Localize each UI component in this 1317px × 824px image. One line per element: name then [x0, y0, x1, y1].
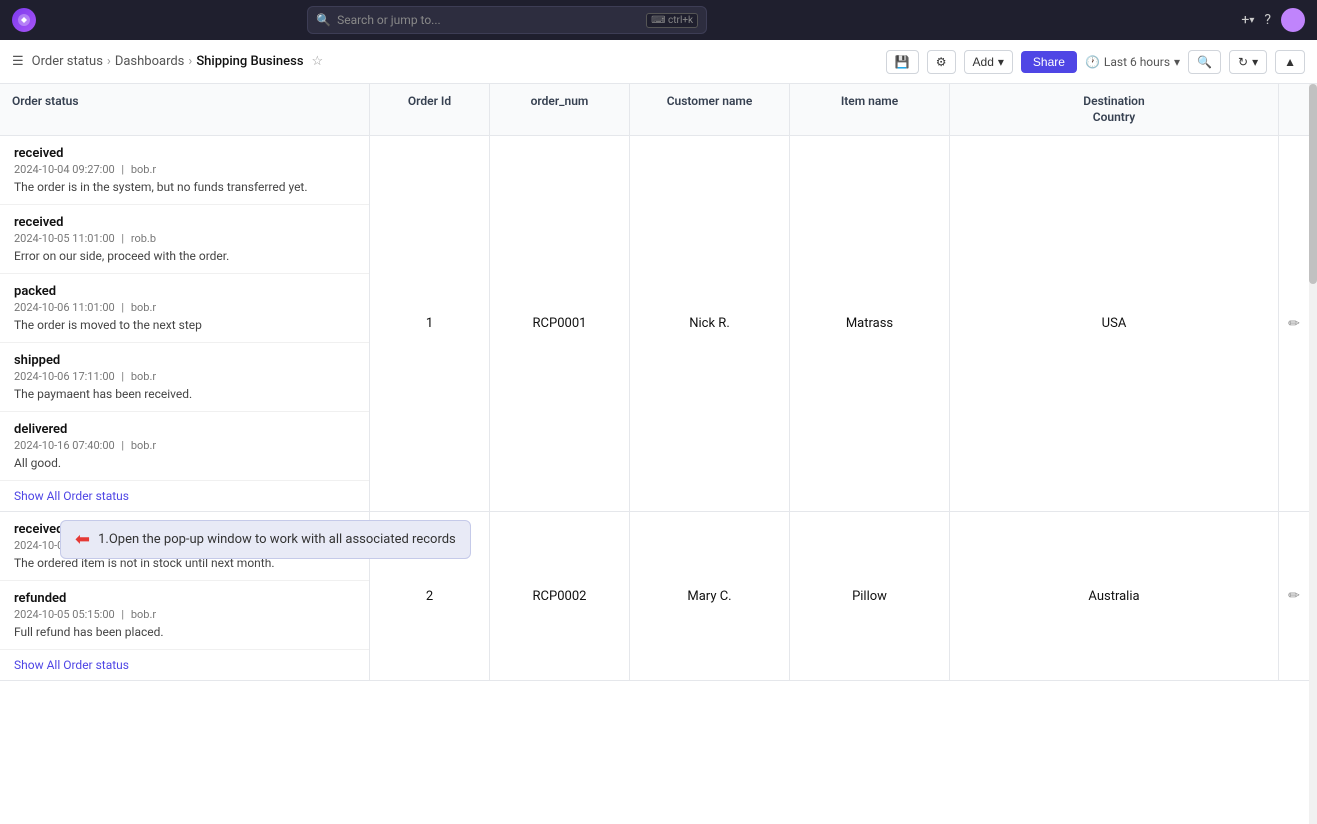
zoom-button[interactable]: 🔍 [1188, 50, 1221, 74]
show-all-order-status-row2[interactable]: Show All Order status [0, 650, 369, 680]
favorite-star-icon[interactable]: ☆ [312, 54, 324, 69]
data-table[interactable]: Order status Order Id order_num Customer… [0, 84, 1309, 824]
status-label: received [14, 146, 355, 161]
chevron-down-icon: ▾ [1252, 55, 1258, 69]
clock-icon: 🕐 [1085, 55, 1100, 69]
status-label: shipped [14, 353, 355, 368]
top-navbar: 🔍 Search or jump to... ⌨ ctrl+k + ▾ ? [0, 0, 1317, 40]
header-order-num: order_num [490, 84, 630, 135]
status-label: delivered [14, 422, 355, 437]
edit-action-row2[interactable]: ✏ [1279, 512, 1309, 680]
search-icon: 🔍 [316, 13, 331, 27]
customer-name-cell-row1: Nick R. [630, 136, 790, 511]
header-customer-name: Customer name [630, 84, 790, 135]
header-order-id: Order Id [370, 84, 490, 135]
search-placeholder: Search or jump to... [337, 13, 441, 27]
status-description: The order is moved to the next step [14, 318, 355, 332]
table-header: Order status Order Id order_num Customer… [0, 84, 1309, 136]
header-item-name: Item name [790, 84, 950, 135]
add-label: Add [973, 55, 994, 69]
status-label: packed [14, 284, 355, 299]
status-label: received [14, 215, 355, 230]
order-num-cell-row2: RCP0002 [490, 512, 630, 680]
order-id-cell-row1: 1 [370, 136, 490, 511]
scrollbar-thumb[interactable] [1309, 84, 1317, 284]
status-meta: 2024-10-05 05:15:00 | bob.r [14, 608, 355, 621]
header-destination-country: Destination Country [950, 84, 1279, 135]
status-entry: received 2024-10-05 11:01:00 | rob.b Err… [0, 205, 369, 274]
chevron-down-icon: ▾ [1174, 55, 1180, 69]
breadcrumb-dashboards[interactable]: Dashboards [115, 54, 185, 69]
save-icon: 💾 [895, 55, 910, 69]
status-description: Error on our side, proceed with the orde… [14, 249, 355, 263]
chevron-down-icon: ▾ [998, 55, 1004, 69]
menu-icon[interactable]: ☰ [12, 54, 24, 69]
add-button[interactable]: Add ▾ [964, 50, 1013, 74]
keyboard-icon: ⌨ [651, 15, 665, 26]
edit-icon[interactable]: ✏ [1288, 316, 1300, 332]
order-num-cell-row1: RCP0001 [490, 136, 630, 511]
chevron-down-icon: ▾ [1249, 15, 1254, 26]
status-meta: 2024-10-06 11:01:00 | bob.r [14, 301, 355, 314]
table-row: received 2024-10-04 09:27:00 | bob.r The… [0, 136, 1309, 512]
status-meta: 2024-10-05 11:01:00 | rob.b [14, 232, 355, 245]
nav-right-actions: + ▾ ? [1241, 8, 1305, 32]
status-entry: received 2024-10-04 09:27:00 | bob.r The… [0, 136, 369, 205]
status-description: All good. [14, 456, 355, 470]
status-meta: 2024-10-04 09:27:00 | bob.r [14, 163, 355, 176]
collapse-button[interactable]: ▲ [1275, 50, 1305, 74]
status-meta: 2024-10-16 07:40:00 | bob.r [14, 439, 355, 452]
help-button[interactable]: ? [1264, 12, 1271, 28]
status-entry: delivered 2024-10-16 07:40:00 | bob.r Al… [0, 412, 369, 481]
share-button[interactable]: Share [1021, 51, 1077, 73]
status-meta: 2024-10-06 17:11:00 | bob.r [14, 370, 355, 383]
breadcrumb-actions: 💾 ⚙ Add ▾ Share 🕐 Last 6 hours ▾ 🔍 ↻ ▾ ▲ [886, 50, 1305, 74]
search-shortcut: ⌨ ctrl+k [646, 13, 698, 28]
time-range-selector[interactable]: 🕐 Last 6 hours ▾ [1085, 55, 1180, 69]
edit-action-row1[interactable]: ✏ [1279, 136, 1309, 511]
collapse-icon: ▲ [1284, 55, 1296, 69]
question-icon: ? [1264, 12, 1271, 28]
status-description: The order is in the system, but no funds… [14, 180, 355, 194]
status-label: refunded [14, 591, 355, 606]
breadcrumb-sep-2: › [188, 54, 192, 69]
edit-icon[interactable]: ✏ [1288, 588, 1300, 604]
plus-button[interactable]: + ▾ [1241, 12, 1254, 28]
arrow-icon: ⬅ [75, 529, 90, 550]
order-status-column-row1: received 2024-10-04 09:27:00 | bob.r The… [0, 136, 370, 511]
settings-button[interactable]: ⚙ [927, 50, 956, 74]
refresh-button[interactable]: ↻ ▾ [1229, 50, 1267, 74]
status-description: The paymaent has been received. [14, 387, 355, 401]
breadcrumb-sep-1: › [107, 54, 111, 69]
refresh-icon: ↻ [1238, 55, 1248, 69]
save-view-button[interactable]: 💾 [886, 50, 919, 74]
item-name-cell-row1: Matrass [790, 136, 950, 511]
status-description: Full refund has been placed. [14, 625, 355, 639]
plus-icon: + [1241, 12, 1249, 28]
destination-country-cell-row2: Australia [950, 512, 1279, 680]
search-bar[interactable]: 🔍 Search or jump to... ⌨ ctrl+k [307, 6, 707, 34]
item-name-cell-row2: Pillow [790, 512, 950, 680]
gear-icon: ⚙ [936, 55, 947, 69]
scrollbar[interactable] [1309, 84, 1317, 824]
app-logo [12, 8, 36, 32]
status-entry: shipped 2024-10-06 17:11:00 | bob.r The … [0, 343, 369, 412]
breadcrumb-home[interactable]: Order status [32, 54, 103, 69]
zoom-icon: 🔍 [1197, 55, 1212, 69]
breadcrumb-current-page: Shipping Business [196, 54, 303, 69]
status-entry: refunded 2024-10-05 05:15:00 | bob.r Ful… [0, 581, 369, 650]
breadcrumb-bar: ☰ Order status › Dashboards › Shipping B… [0, 40, 1317, 84]
destination-country-cell-row1: USA [950, 136, 1279, 511]
tooltip-popup: ⬅ 1.Open the pop-up window to work with … [60, 520, 471, 559]
show-all-order-status-row1[interactable]: Show All Order status [0, 481, 369, 511]
customer-name-cell-row2: Mary C. [630, 512, 790, 680]
header-order-status: Order status [0, 84, 370, 135]
status-entry: packed 2024-10-06 11:01:00 | bob.r The o… [0, 274, 369, 343]
user-avatar[interactable] [1281, 8, 1305, 32]
tooltip-text: 1.Open the pop-up window to work with al… [98, 532, 456, 547]
header-actions [1279, 84, 1309, 135]
main-content: Order status Order Id order_num Customer… [0, 84, 1317, 824]
